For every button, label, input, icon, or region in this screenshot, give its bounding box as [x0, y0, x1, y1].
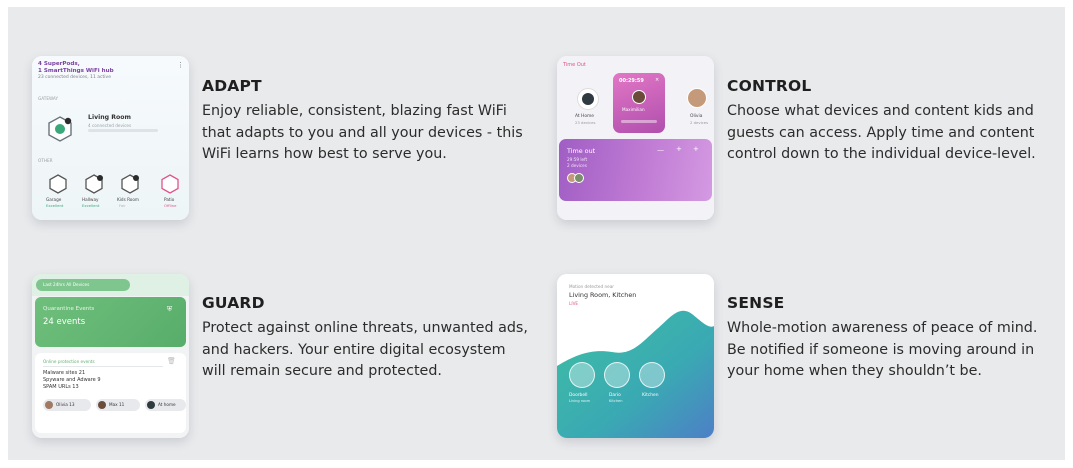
- more-icon[interactable]: ⋮: [177, 61, 184, 69]
- sense-description: Whole-motion awareness of peace of mind.…: [727, 320, 1038, 379]
- delete-icon[interactable]: 🗑: [167, 357, 176, 365]
- events-card: Online protection events 🗑 Malware sites…: [35, 353, 186, 433]
- adapt-thumb-sub: 23 connected devices, 11 active: [38, 75, 111, 80]
- avatar: [45, 401, 53, 409]
- guard-thumbnail: Last 24hrs All Devices Quarantine Events…: [32, 274, 189, 438]
- pod-label: Patio: [164, 197, 175, 202]
- card-head: Online protection events: [43, 359, 95, 364]
- pod-hallway-icon[interactable]: [84, 174, 104, 194]
- timer-value: 00:29:59: [619, 78, 644, 84]
- room-bar: [88, 129, 158, 132]
- sense-thumbnail: Motion detected near Living Room, Kitche…: [557, 274, 714, 438]
- motion-area-chart: [557, 310, 714, 438]
- control-text: CONTROL Choose what devices and content …: [727, 77, 1057, 166]
- guard-description: Protect against online threats, unwanted…: [202, 320, 528, 379]
- event-line: Malware sites 21: [43, 370, 86, 376]
- timeout-title: Time out: [567, 147, 596, 155]
- left-person: At Home: [575, 114, 595, 119]
- events-count: 24 events: [43, 317, 86, 327]
- room-name: Living Room: [88, 114, 131, 121]
- guard-title: GUARD: [202, 294, 265, 312]
- plus-icon[interactable]: +: [693, 145, 699, 153]
- room-circle[interactable]: [604, 362, 630, 388]
- timer-card[interactable]: 00:29:59 × Maximilian: [613, 73, 665, 133]
- adapt-description: Enjoy reliable, consistent, blazing fast…: [202, 103, 523, 162]
- adapt-text: ADAPT Enjoy reliable, consistent, blazin…: [202, 77, 532, 166]
- chip[interactable]: Max 11: [96, 399, 140, 411]
- minus-icon[interactable]: —: [657, 146, 664, 154]
- room-label: Kitchen: [642, 393, 659, 398]
- event-line: Spyware and Adware 9: [43, 377, 101, 383]
- pod-label: Garage: [46, 197, 62, 202]
- shield-icon: ⛨: [167, 305, 173, 313]
- pod-status: Fair: [119, 203, 126, 208]
- room-sub: 4 connected devices: [88, 123, 132, 128]
- pod-status: Offline: [164, 203, 177, 208]
- guard-text: GUARD Protect against online threats, un…: [202, 294, 532, 383]
- pod-status: Excellent: [82, 203, 100, 208]
- adapt-section-gateway: GATEWAY: [38, 96, 58, 101]
- control-description: Choose what devices and content kids and…: [727, 103, 1036, 162]
- adapt-thumbnail: 4 SuperPods, 1 SmartThings WiFi hub 23 c…: [32, 56, 189, 220]
- timer-name: Maximilian: [622, 107, 645, 112]
- home-icon: [582, 93, 594, 105]
- pod-kids-room-icon[interactable]: [120, 174, 140, 194]
- adapt-section-other: OTHER: [38, 158, 53, 163]
- room-sub: Living room: [569, 399, 591, 403]
- timer-bar: [621, 120, 657, 123]
- control-thumbnail: Time Out At Home 23 devices 00:29:59 × M…: [557, 56, 714, 220]
- timeout-card[interactable]: Time out 29:59 left 2 devices — + +: [559, 139, 712, 201]
- filter-pill-label: Last 24hrs All Devices: [43, 282, 90, 287]
- quarantine-card[interactable]: Quarantine Events 24 events ⛨: [35, 297, 186, 347]
- chip-label: Olivia 13: [56, 402, 75, 407]
- chip[interactable]: Olivia 13: [43, 399, 91, 411]
- pod-status: Excellent: [46, 203, 64, 208]
- room-circle[interactable]: [639, 362, 665, 388]
- room-sub: Kitchen: [609, 399, 623, 403]
- control-title: CONTROL: [727, 77, 812, 95]
- plus-icon[interactable]: +: [676, 145, 682, 153]
- gateway-hex-icon: [48, 116, 72, 142]
- pod-label: Hallway: [82, 197, 99, 202]
- sense-text: SENSE Whole-motion awareness of peace of…: [727, 294, 1057, 383]
- chip[interactable]: At home: [145, 399, 186, 411]
- avatar: [574, 173, 584, 183]
- room-label: Doorbell: [569, 393, 588, 398]
- timeout-sub: 29:59 left: [567, 157, 588, 162]
- olivia-avatar[interactable]: [687, 88, 707, 108]
- pod-label: Kids Room: [117, 197, 140, 202]
- avatar: [632, 90, 646, 104]
- room-label: Dario: [609, 393, 621, 398]
- left-sub: 23 devices: [575, 120, 596, 125]
- right-sub: 2 devices: [690, 120, 709, 125]
- event-line: SPAM URLs 13: [43, 384, 79, 390]
- home-icon: [147, 401, 155, 409]
- avatar: [98, 401, 106, 409]
- quarantine-title: Quarantine Events: [43, 306, 95, 312]
- filter-pill[interactable]: Last 24hrs All Devices: [36, 279, 130, 291]
- adapt-title: ADAPT: [202, 77, 262, 95]
- sense-title-heading: SENSE: [727, 294, 785, 312]
- control-thumb-label: Time Out: [563, 62, 586, 68]
- divider: [43, 366, 163, 367]
- pod-patio-icon[interactable]: [160, 174, 180, 194]
- chip-label: At home: [158, 402, 176, 407]
- timer-close-icon[interactable]: ×: [655, 77, 659, 83]
- pod-garage-icon[interactable]: [48, 174, 68, 194]
- right-person: Olivia: [690, 114, 703, 119]
- chip-label: Max 11: [109, 402, 125, 407]
- timeout-sub2: 2 devices: [567, 163, 587, 168]
- adapt-thumb-heading: 4 SuperPods, 1 SmartThings WiFi hub: [38, 61, 114, 74]
- room-circle[interactable]: [569, 362, 595, 388]
